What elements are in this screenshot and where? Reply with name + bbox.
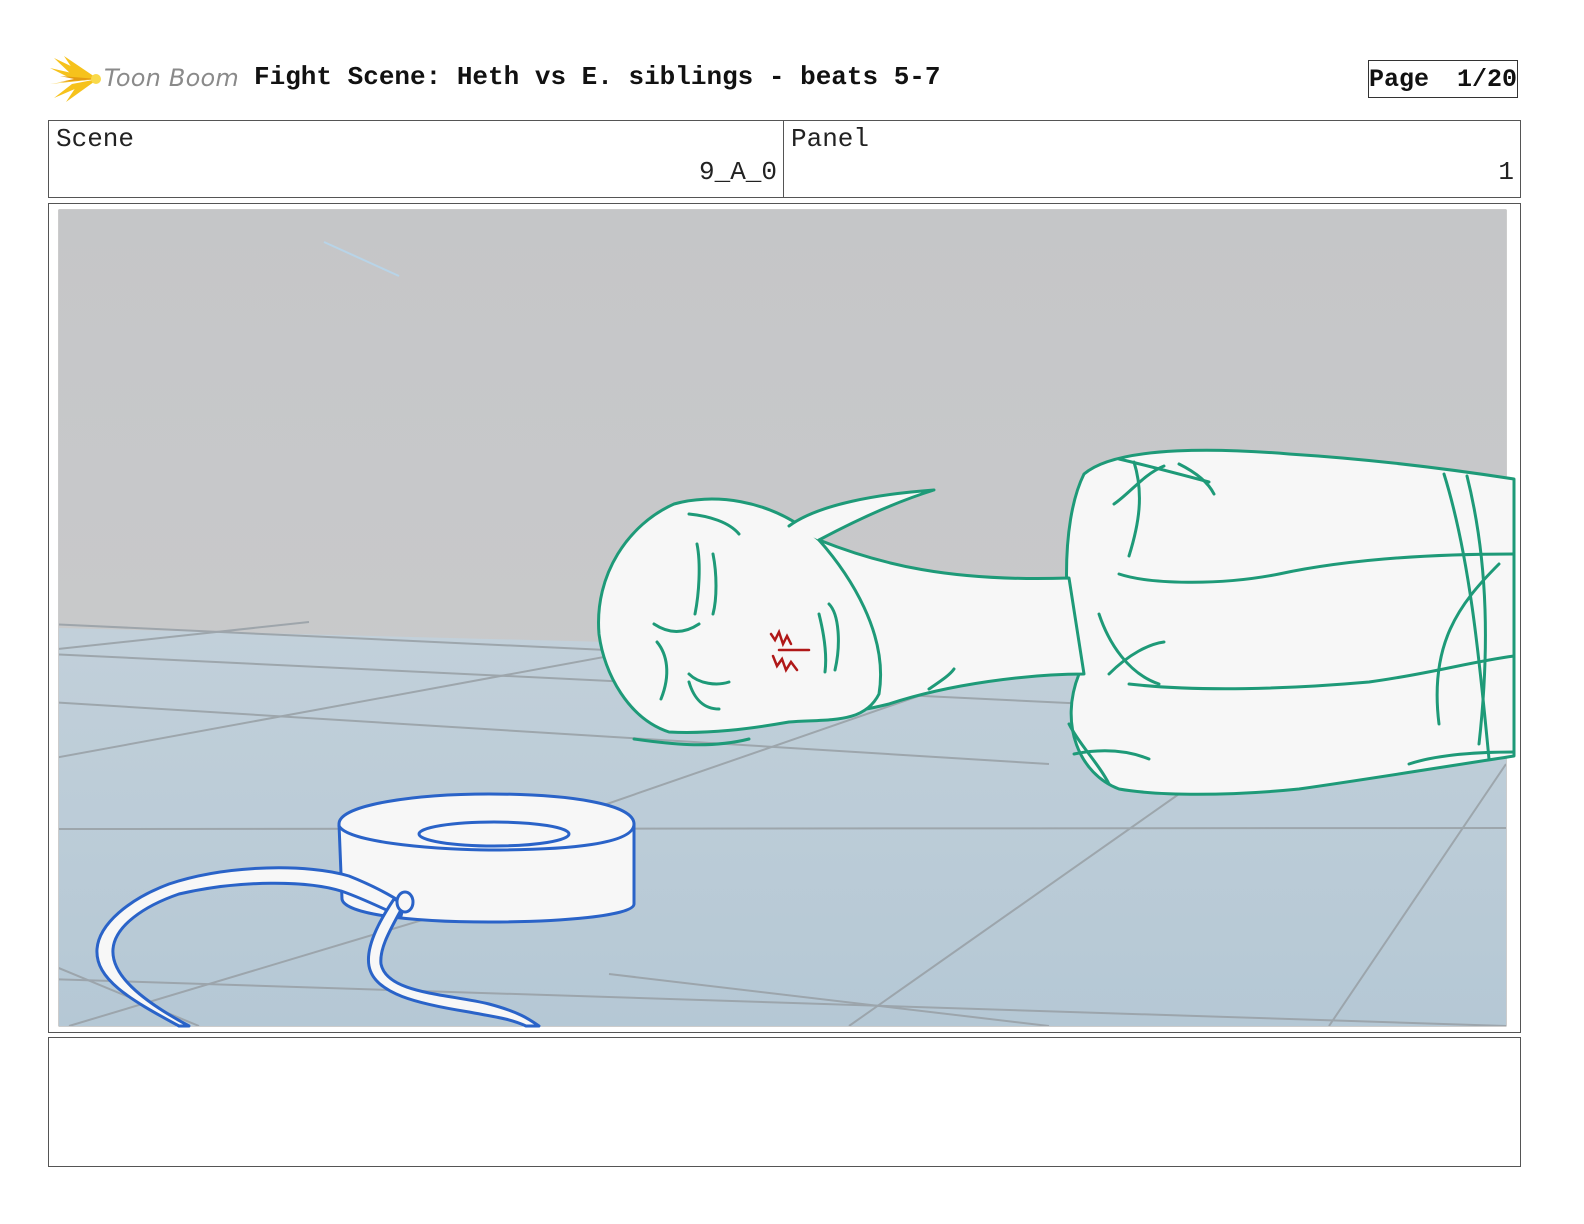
scene-panel-info: Scene 9_A_0 Panel 1 [48,120,1521,198]
document-title: Fight Scene: Heth vs E. siblings - beats… [254,62,941,92]
panel-cell: Panel 1 [784,121,1520,197]
panel-value: 1 [1498,157,1514,187]
toon-boom-starburst-icon [50,56,101,102]
logo-text: Toon Boom [104,64,239,92]
page-header: Toon Boom Fight Scene: Heth vs E. siblin… [50,54,1520,104]
storyboard-panel-frame [48,203,1521,1033]
character-torso [1065,448,1516,796]
page-label: Page [1368,64,1429,94]
panel-label: Panel [791,124,870,154]
scene-cell: Scene 9_A_0 [49,121,784,197]
page-indicator: Page 1/20 [1368,60,1518,98]
scene-value: 9_A_0 [698,157,777,187]
storyboard-sketch [58,209,1516,1028]
page-number: 1/20 [1457,64,1518,94]
panel-notes-box [48,1037,1521,1167]
scene-label: Scene [56,124,135,154]
toon-boom-logo: Toon Boom [50,54,240,104]
